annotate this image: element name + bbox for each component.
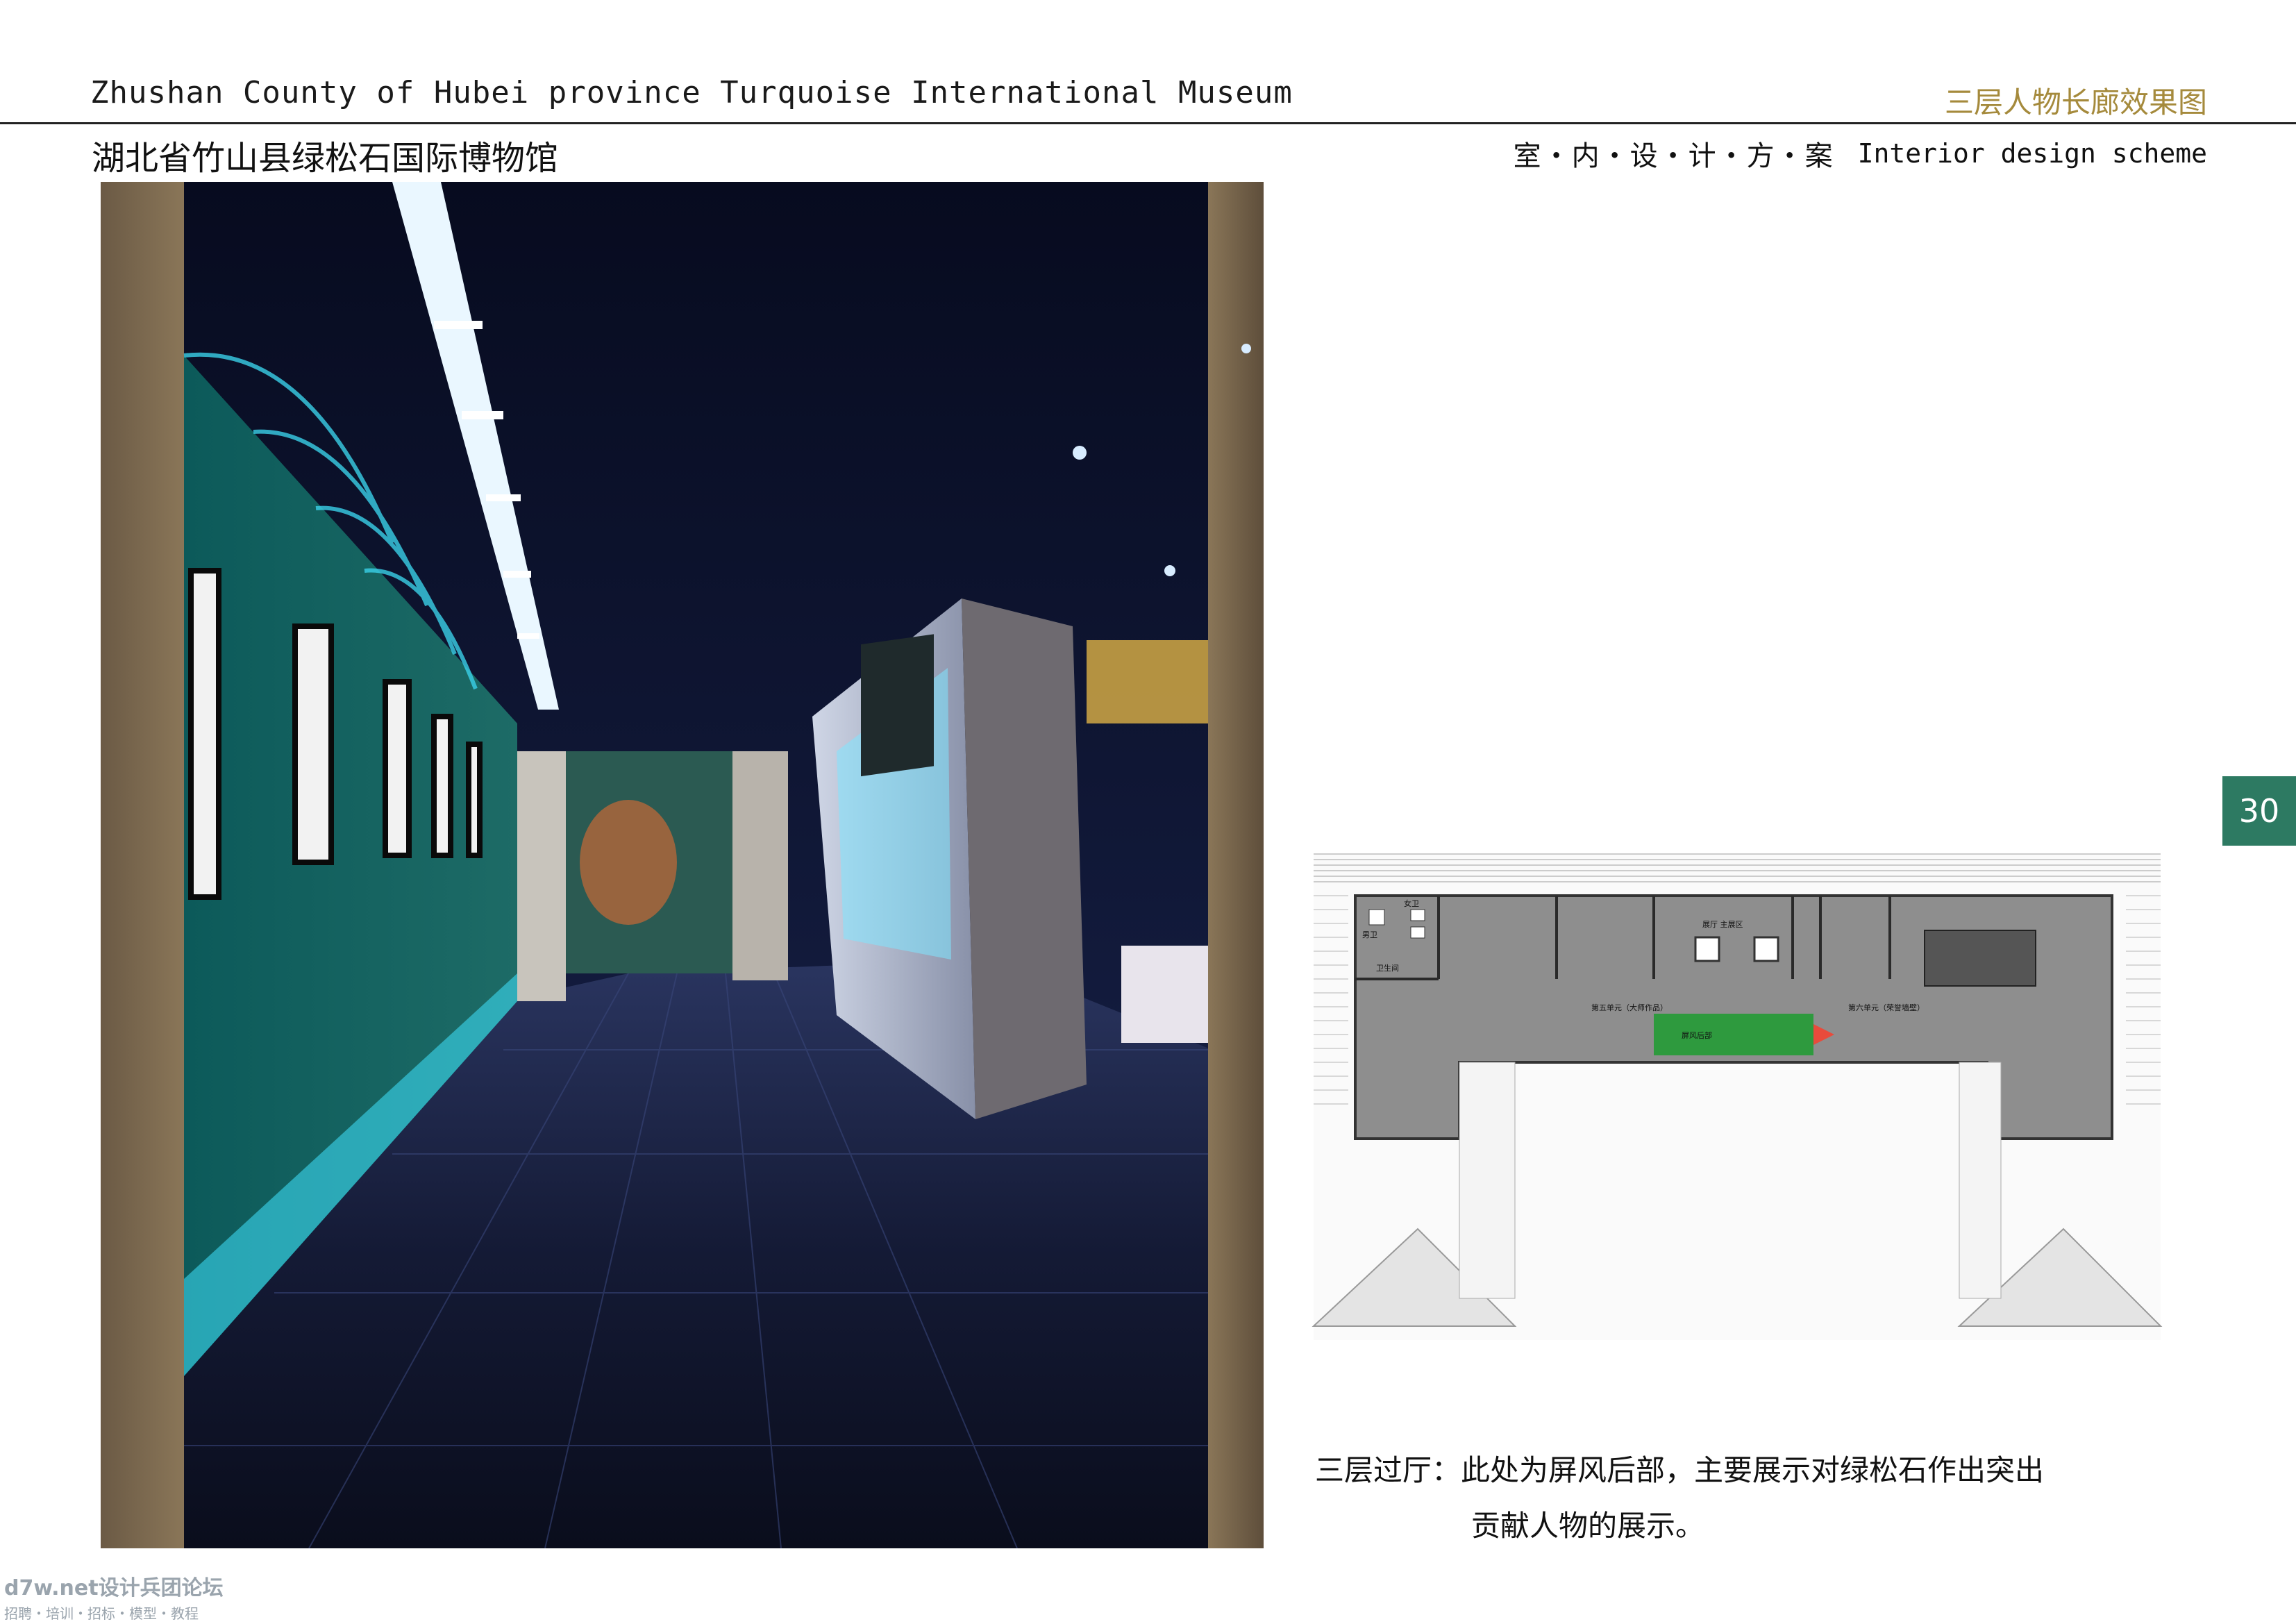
- plan-label-screen: 屏风后部: [1682, 1030, 1712, 1040]
- interior-rendering: [101, 182, 1264, 1548]
- description-caption: 三层过厅：此处为屏风后部，主要展示对绿松石作出突出 贡献人物的展示。: [1315, 1443, 2044, 1554]
- watermark-line-2: 招聘・培训・招标・模型・教程: [4, 1605, 199, 1622]
- plan-label-restroom-f: 女卫: [1404, 898, 1419, 908]
- page-number-badge: 30: [2222, 776, 2296, 846]
- plan-label-hall: 展厅 主展区: [1702, 920, 1743, 929]
- plan-label-restroom: 卫生间: [1376, 963, 1399, 973]
- caption-line-2: 贡献人物的展示。: [1471, 1509, 1705, 1543]
- plan-label-unit5: 第五单元（大师作品）: [1591, 1003, 1668, 1012]
- plan-label-restroom-m: 男卫: [1362, 930, 1377, 939]
- design-scheme-label: 室・内・设・计・方・案 Interior design scheme: [1514, 133, 2207, 174]
- sheet-title: 三层人物长廊效果图: [1944, 85, 2207, 119]
- floor-plan: 男卫 女卫 卫生间 展厅 主展区 第五单元（大师作品） 第六单元（荣誉墙壁） 屏…: [1293, 840, 2179, 1350]
- watermark-line-1: d7w.net设计兵团论坛: [4, 1576, 224, 1600]
- plan-label-unit6: 第六单元（荣誉墙壁）: [1848, 1003, 1925, 1012]
- header-divider: [0, 122, 2296, 124]
- caption-line-1: 三层过厅：此处为屏风后部，主要展示对绿松石作出突出: [1315, 1453, 2045, 1487]
- scheme-en: Interior design scheme: [1857, 138, 2207, 169]
- scheme-cn: 室・内・设・计・方・案: [1513, 140, 1834, 172]
- watermark: d7w.net设计兵团论坛 招聘・培训・招标・模型・教程: [4, 1571, 224, 1623]
- header-title-en: Zhushan County of Hubei province Turquoi…: [90, 75, 1293, 110]
- header-title-cn: 湖北省竹山县绿松石国际博物馆: [92, 139, 559, 178]
